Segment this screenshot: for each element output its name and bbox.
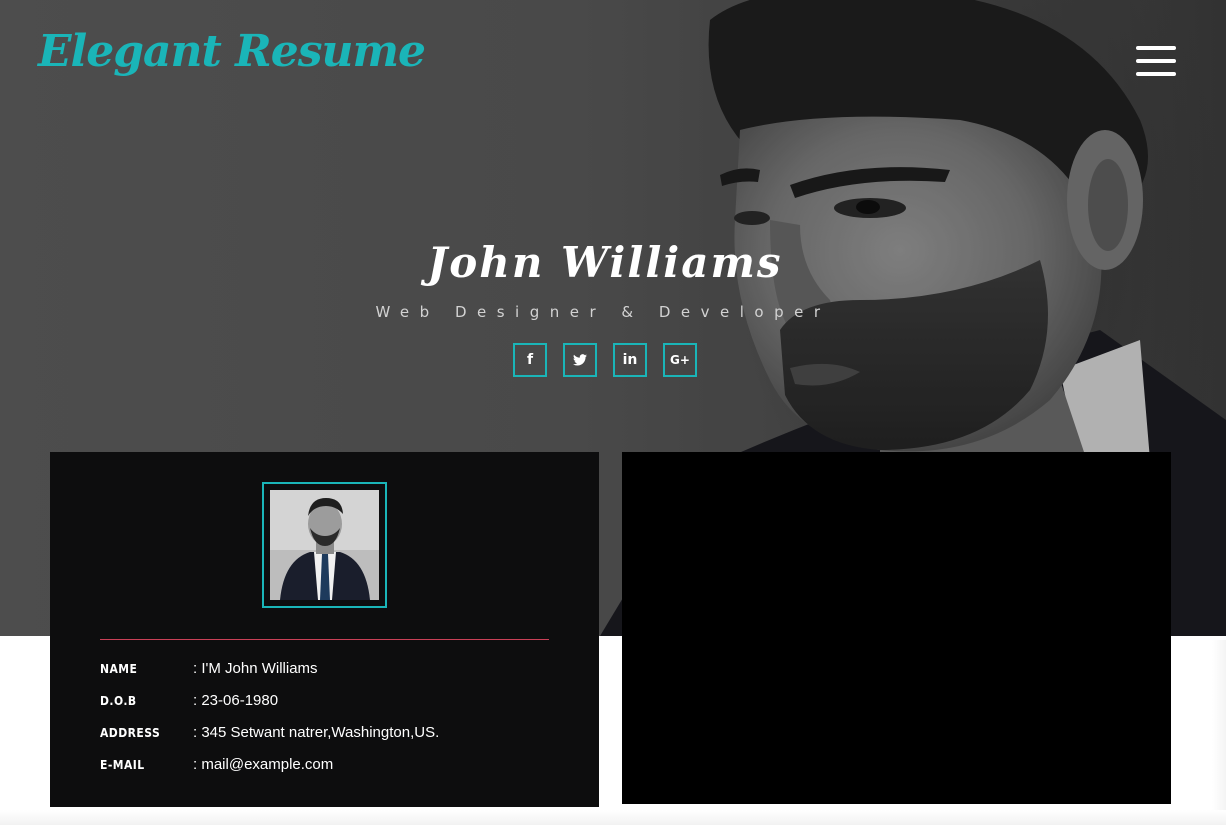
- info-label: NAME: [100, 662, 138, 676]
- google-plus-icon[interactable]: G+: [663, 343, 697, 377]
- hamburger-menu-icon[interactable]: [1134, 46, 1176, 78]
- media-panel: [622, 452, 1171, 804]
- info-row-address: ADDRESS : 345 Setwant natrer,Washington,…: [100, 722, 560, 746]
- info-row-name: NAME : I'M John Williams: [100, 658, 560, 682]
- menu-bar: [1136, 72, 1176, 76]
- profile-card: NAME : I'M John Williams D.O.B : 23-06-1…: [50, 452, 599, 807]
- page-edge-shadow: [1212, 640, 1226, 810]
- twitter-icon[interactable]: [563, 343, 597, 377]
- info-row-dob: D.O.B : 23-06-1980: [100, 690, 560, 714]
- hero-role: Web Designer & Developer: [375, 303, 831, 321]
- info-value: : 345 Setwant natrer,Washington,US.: [193, 724, 440, 741]
- hero-name: John Williams: [427, 238, 783, 287]
- info-label: E-MAIL: [100, 758, 145, 772]
- menu-bar: [1136, 46, 1176, 50]
- resume-page: Elegant Resume John Williams Web Designe…: [0, 0, 1226, 825]
- info-value: : 23-06-1980: [193, 692, 279, 709]
- site-logo[interactable]: Elegant Resume: [38, 26, 426, 77]
- menu-bar: [1136, 59, 1176, 63]
- card-divider: [100, 639, 549, 640]
- page-bottom-shadow: [0, 810, 1226, 825]
- twitter-bird-icon: [573, 354, 587, 366]
- avatar-photo: [270, 490, 379, 600]
- info-value: : I'M John Williams: [193, 660, 318, 677]
- info-label: D.O.B: [100, 694, 137, 708]
- avatar: [262, 482, 387, 608]
- info-label: ADDRESS: [100, 726, 161, 740]
- facebook-icon[interactable]: f: [513, 343, 547, 377]
- info-row-email: E-MAIL : mail@example.com: [100, 754, 560, 778]
- linkedin-icon[interactable]: in: [613, 343, 647, 377]
- info-value[interactable]: : mail@example.com: [193, 756, 333, 773]
